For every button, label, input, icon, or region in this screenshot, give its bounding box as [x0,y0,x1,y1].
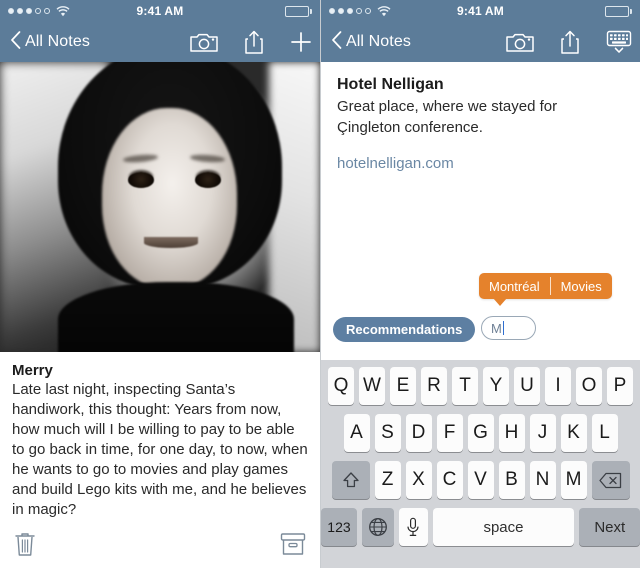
note-photo [0,62,320,352]
key-p[interactable]: P [607,367,633,405]
trash-icon[interactable] [14,531,36,562]
note-link[interactable]: hotelnelligan.com [337,155,624,172]
note-toolbar-left [0,524,320,568]
key-r[interactable]: R [421,367,447,405]
status-bar-clock: 9:41 AM [136,4,184,18]
note-content-right[interactable]: Hotel Nelligan Great place, where we sta… [321,62,640,172]
keyboard-row-3: Z X C V B N M [321,461,640,499]
tag-entry-zone: Recommendations M Montréal Movies [321,273,640,353]
key-t[interactable]: T [452,367,478,405]
microphone-icon[interactable] [399,508,428,546]
note-detail-panel-left: 9:41 AM All Notes Merry Late last night,… [0,0,320,568]
suggestion-option-movies[interactable]: Movies [551,273,612,299]
keyboard-row-4: 123 space Next [321,508,640,546]
plus-icon[interactable] [290,31,312,53]
key-l[interactable]: L [591,414,618,452]
key-q[interactable]: Q [328,367,354,405]
back-button-label: All Notes [25,33,90,50]
keyboard-row-1: Q W E R T Y U I O P [321,367,640,405]
key-v[interactable]: V [467,461,494,499]
status-bar-left: 9:41 AM [0,0,320,22]
key-g[interactable]: G [467,414,494,452]
note-title: Hotel Nelligan [337,76,444,93]
on-screen-keyboard: Q W E R T Y U I O P A S D F G H J K L Z … [321,360,640,568]
key-y[interactable]: Y [483,367,509,405]
key-x[interactable]: X [405,461,432,499]
backspace-icon[interactable] [591,461,630,499]
nav-actions-right [506,30,632,54]
status-bar-clock: 9:41 AM [457,4,504,18]
note-text: Great place, where we stayed for Çinglet… [337,98,558,136]
camera-icon[interactable] [190,32,218,53]
key-o[interactable]: O [576,367,602,405]
note-title: Merry [12,362,53,379]
key-d[interactable]: D [405,414,432,452]
camera-icon[interactable] [506,32,534,53]
tag-recommendations[interactable]: Recommendations [333,317,476,342]
back-to-all-notes-button[interactable]: All Notes [331,30,411,54]
chevron-left-icon [331,30,342,54]
back-button-label: All Notes [346,33,411,50]
share-icon[interactable] [244,30,264,54]
space-key[interactable]: space [432,508,575,546]
navigation-bar-right: All Notes [321,22,640,62]
keyboard-dismiss-icon[interactable] [606,30,632,54]
key-h[interactable]: H [498,414,525,452]
key-s[interactable]: S [374,414,401,452]
key-j[interactable]: J [529,414,556,452]
key-f[interactable]: F [436,414,463,452]
key-a[interactable]: A [343,414,370,452]
keyboard-row-2: A S D F G H J K L [321,414,640,452]
note-detail-panel-right: 9:41 AM All Notes Hotel Nelligan Great p… [320,0,640,568]
tag-suggestion-popup: Montréal Movies [479,273,612,306]
globe-icon[interactable] [361,508,395,546]
key-w[interactable]: W [359,367,385,405]
note-text: Late last night, inspecting Santa’s hand… [12,381,308,518]
back-to-all-notes-button[interactable]: All Notes [10,30,90,54]
key-c[interactable]: C [436,461,463,499]
archive-box-icon[interactable] [280,532,306,561]
return-key[interactable]: Next [579,508,640,546]
tag-input[interactable]: M [481,316,536,340]
status-bar-right: 9:41 AM [321,0,640,22]
key-u[interactable]: U [514,367,540,405]
share-icon[interactable] [560,30,580,54]
key-m[interactable]: M [560,461,587,499]
suggestion-option-montreal[interactable]: Montréal [479,273,550,299]
nav-actions-left [190,30,312,54]
note-content-left[interactable]: Merry Late last night, inspecting Santa’… [0,352,320,528]
chevron-left-icon [10,30,21,54]
key-e[interactable]: E [390,367,416,405]
tag-input-value: M [491,320,502,336]
key-i[interactable]: I [545,367,571,405]
navigation-bar-left: All Notes [0,22,320,62]
key-z[interactable]: Z [374,461,401,499]
key-b[interactable]: B [498,461,525,499]
shift-arrow-icon[interactable] [331,461,370,499]
numbers-key[interactable]: 123 [321,508,357,546]
key-n[interactable]: N [529,461,556,499]
text-cursor [502,321,505,335]
key-k[interactable]: K [560,414,587,452]
